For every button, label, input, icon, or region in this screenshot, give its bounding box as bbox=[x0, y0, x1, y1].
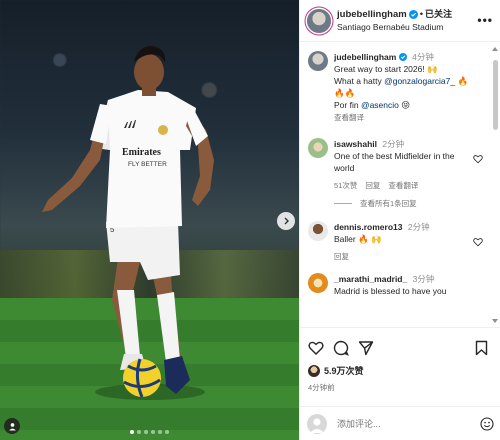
share-send-icon[interactable] bbox=[358, 340, 374, 356]
commenter-avatar[interactable] bbox=[308, 273, 328, 293]
comment-time: 2分钟 bbox=[382, 139, 405, 149]
more-options-icon[interactable]: ••• bbox=[477, 13, 493, 27]
reply-button[interactable]: 回复 bbox=[365, 180, 380, 192]
comments-scrollbar[interactable] bbox=[493, 60, 498, 130]
view-replies-label: 查看所有1条回复 bbox=[360, 199, 417, 208]
user-tag-icon bbox=[8, 422, 16, 431]
see-translation-link[interactable]: 查看翻译 bbox=[334, 112, 485, 124]
heart-icon[interactable] bbox=[473, 237, 483, 247]
author-username[interactable]: jubebellingham bbox=[337, 8, 407, 21]
jersey-sponsor: Emirates bbox=[122, 147, 161, 158]
add-comment-input[interactable] bbox=[337, 418, 480, 429]
bookmark-icon[interactable] bbox=[474, 340, 489, 356]
caption-text: Por fin bbox=[334, 100, 361, 110]
commenter-avatar[interactable] bbox=[308, 221, 328, 241]
carousel-indicator bbox=[130, 430, 169, 434]
comment-item: dennis.romero13 2分钟 Baller 🔥 🙌 回复 bbox=[308, 221, 485, 263]
comment-item: isawshahil 2分钟 One of the best Midfielde… bbox=[308, 138, 485, 192]
likes-count[interactable]: 5.9万次赞 bbox=[324, 364, 364, 377]
comment-time: 2分钟 bbox=[407, 222, 430, 232]
post-location[interactable]: Santiago Bernabéu Stadium bbox=[337, 21, 452, 34]
default-avatar-icon bbox=[310, 417, 324, 433]
view-replies-button[interactable]: 查看所有1条回复 bbox=[334, 198, 485, 209]
reply-button[interactable]: 回复 bbox=[334, 251, 349, 263]
mention-link[interactable]: @asencio bbox=[361, 100, 399, 110]
follow-status-button[interactable]: 已关注 bbox=[425, 8, 452, 21]
caption-line: Great way to start 2026! 🙌 bbox=[334, 64, 438, 74]
add-comment-bar bbox=[300, 406, 500, 440]
post-timestamp[interactable]: 4分钟前 bbox=[308, 382, 493, 393]
caption: judebellingham 4分钟 Great way to start 20… bbox=[308, 51, 485, 124]
separator-dot: • bbox=[419, 8, 424, 20]
commenter-username[interactable]: dennis.romero13 bbox=[334, 222, 403, 232]
liker-avatar[interactable] bbox=[308, 364, 320, 377]
divider bbox=[334, 203, 352, 204]
carousel-dot bbox=[130, 430, 134, 434]
mention-link[interactable]: @gonzalogarcia7_ bbox=[384, 76, 455, 86]
like-heart-icon[interactable] bbox=[308, 340, 324, 356]
carousel-dot bbox=[144, 430, 148, 434]
comment-text: One of the best Midfielder in the world bbox=[334, 151, 455, 173]
scroll-up-arrow-icon[interactable] bbox=[492, 46, 498, 52]
jersey-sponsor-tagline: FLY BETTER bbox=[128, 161, 167, 168]
tagged-users-button[interactable] bbox=[4, 418, 20, 434]
current-user-avatar bbox=[307, 413, 327, 434]
carousel-dot bbox=[165, 430, 169, 434]
comment-text: Madrid is blessed to have you bbox=[334, 286, 447, 296]
carousel-dot bbox=[137, 430, 141, 434]
carousel-dot bbox=[151, 430, 155, 434]
verified-badge-icon bbox=[398, 53, 407, 61]
emoji-icon[interactable] bbox=[480, 416, 494, 431]
caption-text: What a hatty bbox=[334, 76, 385, 86]
scroll-down-arrow-icon[interactable] bbox=[492, 318, 498, 324]
post-header: jubebellingham • 已关注 Santiago Bernabéu S… bbox=[300, 0, 500, 42]
next-photo-button[interactable] bbox=[277, 212, 295, 230]
caption-author-avatar[interactable] bbox=[308, 51, 328, 71]
chevron-right-icon bbox=[284, 217, 289, 225]
verified-badge-icon bbox=[408, 9, 418, 19]
comment-icon[interactable] bbox=[333, 340, 349, 356]
comment-item: _marathi_madrid_ 3分钟 Madrid is blessed t… bbox=[308, 273, 485, 297]
post-photo[interactable]: 5 Emirates FLY BETTER bbox=[0, 0, 299, 440]
see-translation-link[interactable]: 查看翻译 bbox=[388, 180, 418, 192]
post-details-panel: jubebellingham • 已关注 Santiago Bernabéu S… bbox=[299, 0, 500, 440]
caption-text: 🔥 bbox=[455, 76, 469, 86]
commenter-username[interactable]: _marathi_madrid_ bbox=[334, 274, 407, 284]
caption-username[interactable]: judebellingham bbox=[334, 52, 396, 62]
comment-text: Baller 🔥 🙌 bbox=[334, 234, 382, 244]
caption-line: 🔥🔥 bbox=[334, 88, 356, 98]
caption-time: 4分钟 bbox=[412, 52, 434, 62]
post-actions: 5.9万次赞 4分钟前 bbox=[300, 327, 500, 412]
caption-text: 😝 bbox=[398, 100, 411, 110]
comments-section: judebellingham 4分钟 Great way to start 20… bbox=[300, 43, 491, 326]
commenter-username[interactable]: isawshahil bbox=[334, 139, 377, 149]
carousel-dot bbox=[158, 430, 162, 434]
player-figure: 5 Emirates FLY BETTER bbox=[42, 46, 214, 400]
comment-time: 3分钟 bbox=[412, 274, 435, 284]
commenter-avatar[interactable] bbox=[308, 138, 328, 158]
author-avatar[interactable] bbox=[307, 8, 331, 33]
comment-likes-count[interactable]: 51次赞 bbox=[334, 180, 357, 192]
heart-icon[interactable] bbox=[473, 154, 483, 164]
